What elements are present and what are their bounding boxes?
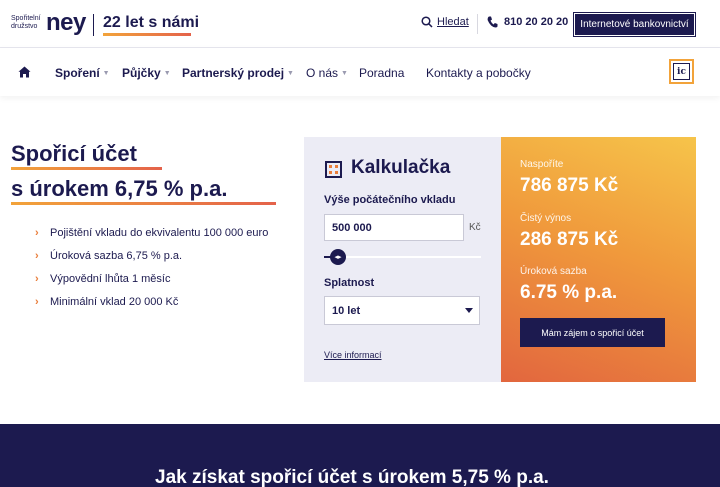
home-icon[interactable]	[18, 66, 31, 78]
list-item: › Výpovědní lhůta 1 měsíc	[35, 267, 268, 290]
nav-item-label: Kontakty a pobočky	[426, 66, 531, 80]
header-divider	[477, 14, 478, 34]
hero-title-line1: Spořicí účet	[11, 141, 137, 166]
interest-rate-value: 6.75 % p.a.	[520, 282, 618, 303]
currency-label: Kč	[469, 222, 481, 233]
list-item-text: Úroková sazba 6,75 % p.a.	[50, 249, 183, 262]
amount-slider-track[interactable]	[324, 256, 481, 258]
list-item-text: Výpovědní lhůta 1 měsíc	[50, 272, 171, 285]
interest-rate-label: Úroková sazba	[520, 266, 587, 277]
saved-label: Naspoříte	[520, 159, 564, 170]
chevron-down-icon: ▼	[287, 69, 294, 77]
nav-item-label: O nás	[306, 66, 339, 80]
nav-item-label: Poradna	[359, 66, 405, 80]
nav-item-savings[interactable]: Spoření ▼	[55, 66, 110, 80]
chevron-down-icon	[465, 308, 473, 313]
hero-title-underline	[11, 202, 276, 205]
results-panel: Naspoříte 786 875 Kč Čistý výnos 286 875…	[501, 137, 696, 382]
search-icon	[421, 16, 433, 28]
search-link[interactable]: Hledat	[421, 16, 469, 28]
logo-tagline-underline	[103, 33, 191, 36]
logo-tagline: 22 let s námi	[103, 14, 200, 31]
amount-slider-handle[interactable]: ◂▸	[330, 249, 346, 265]
logo-text-line1: Spořitelní	[11, 15, 41, 22]
chevron-right-icon: ›	[35, 272, 39, 285]
chevron-right-icon: ›	[35, 249, 39, 262]
phone-icon	[487, 16, 498, 28]
chevron-down-icon: ▼	[341, 69, 348, 77]
nav-item-about[interactable]: O nás ▼	[306, 66, 348, 80]
chevron-down-icon: ▼	[102, 69, 110, 77]
nav-item-loans[interactable]: Půjčky ▼	[122, 66, 171, 80]
hero-title-line2: s úrokem 6,75 % p.a.	[11, 176, 228, 201]
nav-item-advice[interactable]: Poradna	[359, 66, 404, 80]
nav-item-contacts[interactable]: Kontakty a pobočky	[426, 66, 531, 80]
more-info-link[interactable]: Více informací	[324, 350, 382, 360]
saved-value: 786 875 Kč	[520, 175, 619, 196]
logo-text-line2: družstvo	[11, 23, 38, 30]
search-label: Hledat	[437, 16, 469, 28]
feature-list: › Pojištění vkladu do ekvivalentu 100 000…	[35, 221, 268, 313]
section-title: Jak získat spořicí účet s úrokem 5,75 % …	[155, 467, 549, 487]
chevron-down-icon: ▼	[163, 69, 171, 77]
net-yield-value: 286 875 Kč	[520, 229, 619, 250]
nav-item-label: Spoření	[55, 66, 100, 80]
nav-item-partner-sales[interactable]: Partnerský prodej ▼	[182, 66, 294, 80]
calculator-title: Kalkulačka	[351, 157, 451, 178]
nav-item-label: Partnerský prodej	[182, 66, 285, 80]
list-item: › Pojištění vkladu do ekvivalentu 100 000…	[35, 221, 268, 244]
phone-link[interactable]: 810 20 20 20	[487, 16, 568, 28]
hero-title-underline	[11, 167, 162, 170]
term-label: Splatnost	[324, 277, 375, 289]
nav-item-label: Půjčky	[122, 66, 161, 80]
list-item: › Minimální vklad 20 000 Kč	[35, 290, 268, 313]
internet-banking-button[interactable]: Internetové bankovnictví	[573, 12, 696, 37]
term-select[interactable]: 10 let	[324, 296, 480, 325]
chevron-right-icon: ›	[35, 226, 39, 239]
savings-account-interest-button[interactable]: Mám zájem o spořicí účet	[520, 318, 665, 347]
net-yield-label: Čistý výnos	[520, 213, 572, 224]
amount-label: Výše počátečního vkladu	[324, 194, 456, 206]
ic-badge-label: ic	[673, 63, 690, 80]
logo-divider	[93, 14, 94, 36]
logo-cooperative-text: Spořitelní družstvo	[11, 15, 41, 31]
list-item-text: Pojištění vkladu do ekvivalentu 100 000 …	[50, 226, 269, 239]
phone-number: 810 20 20 20	[504, 16, 569, 28]
list-item: › Úroková sazba 6,75 % p.a.	[35, 244, 268, 267]
term-select-value: 10 let	[332, 304, 361, 317]
main-nav: Spoření ▼ Půjčky ▼ Partnerský prodej ▼ O ná…	[0, 48, 720, 96]
chevron-right-icon: ›	[35, 295, 39, 308]
amount-input[interactable]: 500 000	[324, 214, 464, 241]
calculator-icon	[325, 161, 342, 178]
list-item-text: Minimální vklad 20 000 Kč	[50, 295, 179, 308]
ic-badge[interactable]: ic	[669, 59, 694, 84]
calculator-panel: Kalkulačka Výše počátečního vkladu 500 0…	[304, 137, 501, 382]
top-bar: Spořitelní družstvo ney 22 let s námi Hl…	[0, 0, 720, 48]
logo-name[interactable]: ney	[46, 9, 86, 37]
